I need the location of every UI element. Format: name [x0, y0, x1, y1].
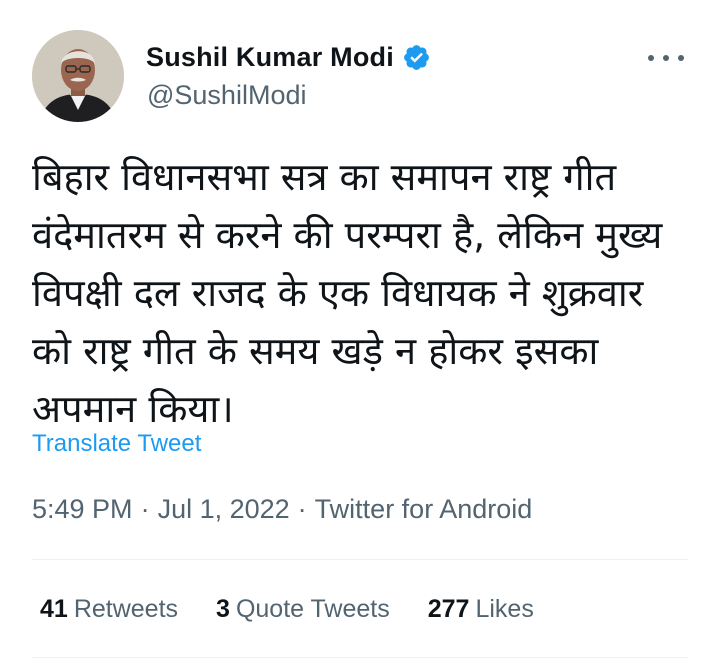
tweet-date[interactable]: Jul 1, 2022	[158, 494, 290, 524]
quote-tweets-stat[interactable]: 3 Quote Tweets	[216, 595, 390, 624]
divider	[32, 559, 688, 560]
tweet-source[interactable]: Twitter for Android	[315, 494, 533, 524]
avatar[interactable]	[32, 30, 124, 122]
separator: ·	[140, 494, 150, 524]
likes-stat[interactable]: 277 Likes	[428, 595, 534, 624]
retweets-label: Retweets	[73, 595, 179, 623]
user-handle[interactable]: @SushilModi	[147, 80, 306, 111]
retweets-stat[interactable]: 41 Retweets	[40, 595, 178, 624]
verified-badge-icon	[402, 43, 431, 72]
quotes-label: Quote Tweets	[235, 595, 390, 623]
dot	[663, 55, 669, 61]
translate-tweet-link[interactable]: Translate Tweet	[32, 430, 201, 458]
retweets-count: 41	[40, 595, 68, 623]
likes-label: Likes	[475, 595, 534, 623]
tweet-meta: 5:49 PM · Jul 1, 2022 · Twitter for Android	[32, 494, 532, 525]
display-name[interactable]: Sushil Kumar Modi	[146, 42, 394, 73]
name-row: Sushil Kumar Modi	[146, 40, 431, 74]
dot	[678, 55, 684, 61]
tweet-time[interactable]: 5:49 PM	[32, 494, 133, 524]
tweet-stats: 41 Retweets 3 Quote Tweets 277 Likes	[40, 595, 572, 624]
dot	[648, 55, 654, 61]
tweet-text: बिहार विधानसभा सत्र का समापन राष्ट्र गीत…	[32, 155, 675, 431]
separator: ·	[297, 494, 307, 524]
divider	[32, 657, 688, 658]
tweet-detail: Sushil Kumar Modi @SushilModi बिहार विधा…	[0, 0, 720, 661]
quotes-count: 3	[216, 595, 230, 623]
more-options-icon[interactable]	[648, 48, 684, 68]
tweet-header: Sushil Kumar Modi @SushilModi	[32, 30, 692, 125]
likes-count: 277	[427, 595, 470, 623]
